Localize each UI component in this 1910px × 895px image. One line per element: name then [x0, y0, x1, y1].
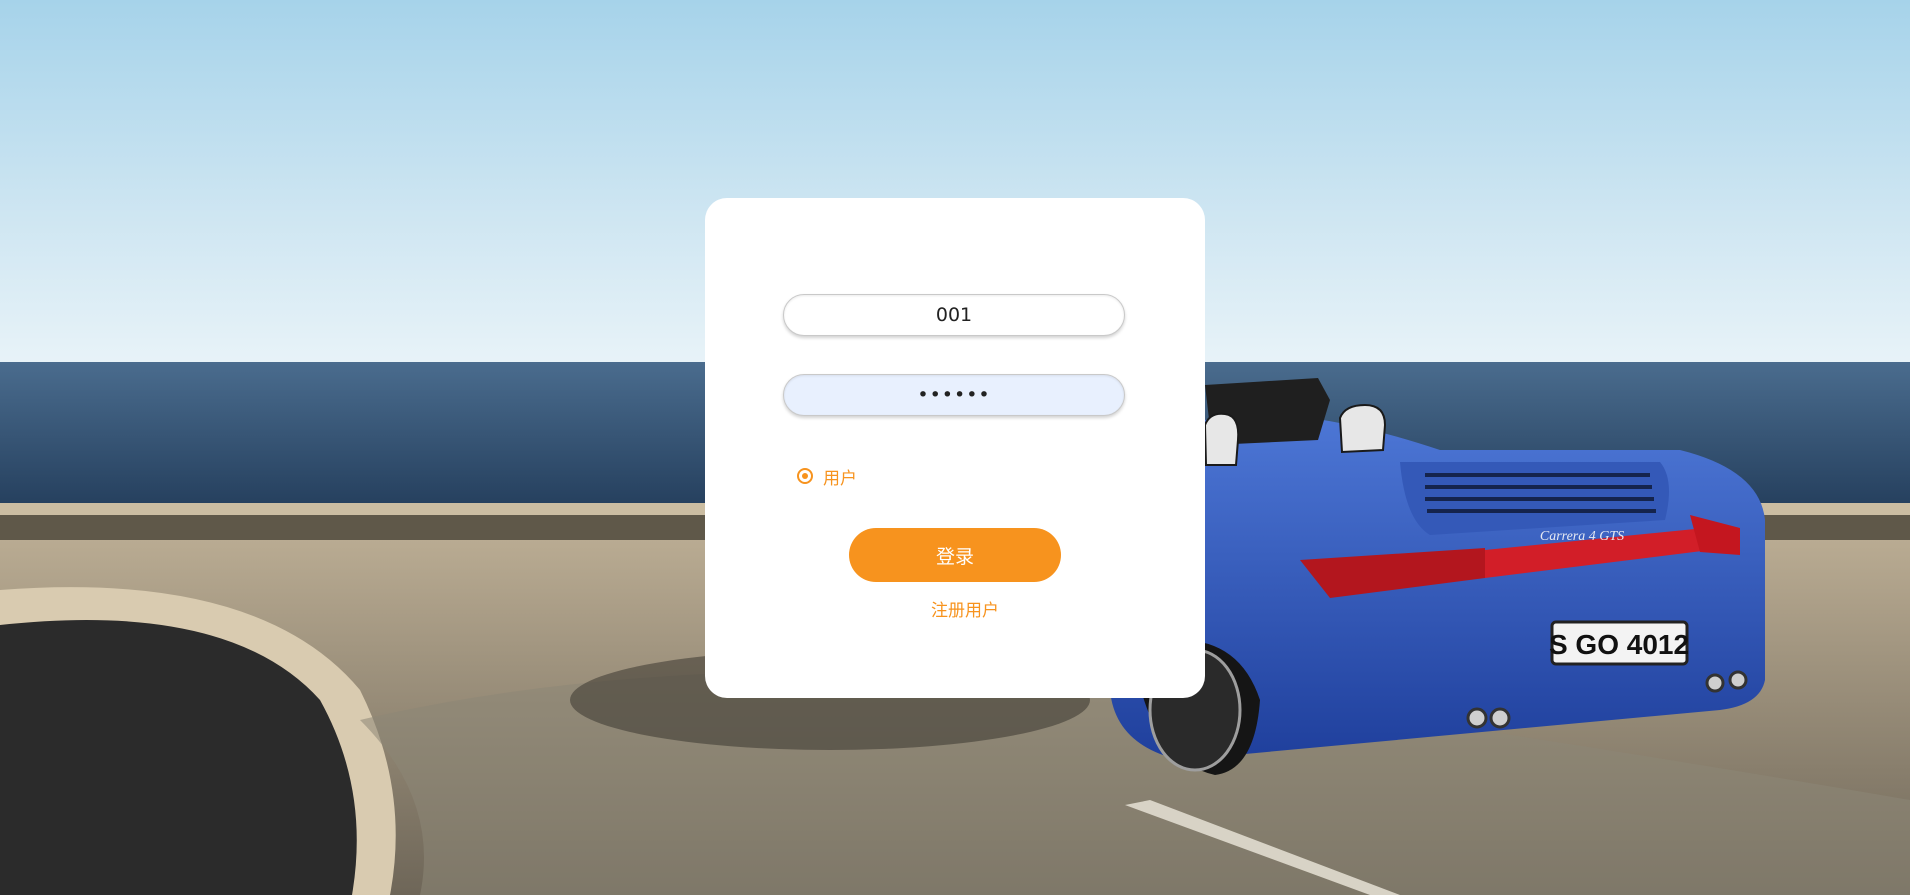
login-card: 用户 登录 注册用户 [705, 198, 1205, 698]
license-plate-text: S GO 4012 [1549, 629, 1689, 660]
radio-selected-icon[interactable] [797, 468, 813, 484]
car-badge-text: Carrera 4 GTS [1540, 529, 1624, 544]
register-user-link[interactable]: 注册用户 [705, 596, 1225, 621]
password-input[interactable] [783, 374, 1125, 416]
role-radio-user[interactable]: 用户 [797, 464, 857, 489]
login-button[interactable]: 登录 [849, 528, 1061, 582]
role-label: 用户 [823, 468, 857, 489]
username-input[interactable] [783, 294, 1125, 336]
login-page: S GO 4012 Carrera 4 GTS 用户 登录 注册用户 [0, 0, 1910, 895]
radio-dot-icon [802, 473, 808, 479]
